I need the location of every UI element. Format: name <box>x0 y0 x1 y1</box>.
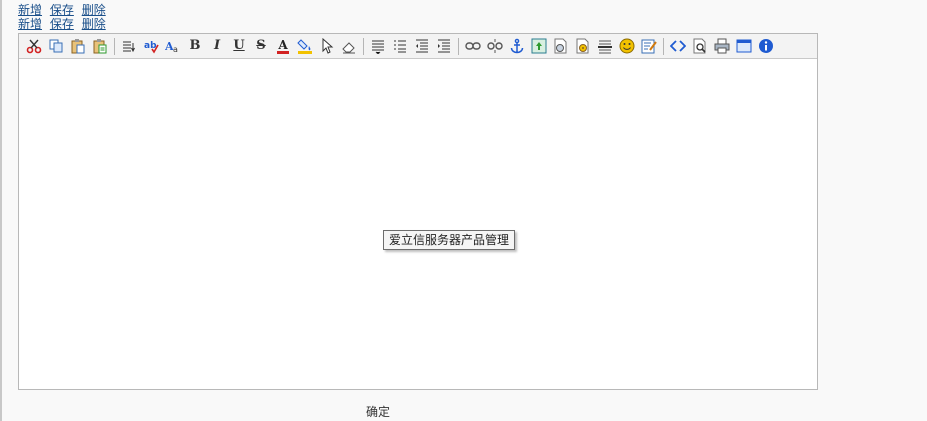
outdent-icon[interactable] <box>413 37 431 55</box>
add-link[interactable]: 新增 <box>18 3 42 17</box>
indent-icon[interactable] <box>435 37 453 55</box>
delete-link[interactable]: 删除 <box>82 17 106 31</box>
toolbar-separator <box>363 37 364 55</box>
toolbar-separator <box>458 37 459 55</box>
preview-icon[interactable] <box>691 37 709 55</box>
anchor-icon[interactable] <box>508 37 526 55</box>
add-link[interactable]: 新增 <box>18 17 42 31</box>
horizontal-rule-icon[interactable] <box>596 37 614 55</box>
emoticon-icon[interactable] <box>618 37 636 55</box>
fullscreen-icon[interactable] <box>735 37 753 55</box>
copy-icon[interactable] <box>47 37 65 55</box>
font-size-icon[interactable] <box>120 37 138 55</box>
cut-icon[interactable] <box>25 37 43 55</box>
paste-icon[interactable] <box>69 37 87 55</box>
underline-icon[interactable]: U <box>230 37 248 55</box>
delete-link[interactable]: 删除 <box>82 3 106 17</box>
insert-flash-icon[interactable] <box>552 37 570 55</box>
toolbar-separator <box>663 37 664 55</box>
paste-text-icon[interactable] <box>91 37 109 55</box>
italic-icon[interactable]: I <box>208 37 226 55</box>
font-color-swatch <box>277 50 289 54</box>
action-links-row-2: 新增 保存 删除 <box>18 17 110 31</box>
editor-toolbar: ab Aa B I U S A <box>19 34 817 59</box>
editor-content-area[interactable] <box>19 60 817 389</box>
link-icon[interactable] <box>464 37 482 55</box>
about-info-icon[interactable] <box>757 37 775 55</box>
save-link[interactable]: 保存 <box>50 3 74 17</box>
toolbar-separator <box>114 37 115 55</box>
insert-media-icon[interactable] <box>574 37 592 55</box>
svg-text:a: a <box>173 45 178 54</box>
ordered-list-icon[interactable] <box>391 37 409 55</box>
save-link[interactable]: 保存 <box>50 17 74 31</box>
select-pointer-icon[interactable] <box>318 37 336 55</box>
unlink-icon[interactable] <box>486 37 504 55</box>
edit-form-icon[interactable] <box>640 37 658 55</box>
highlight-color-icon[interactable] <box>296 37 314 55</box>
insert-image-icon[interactable] <box>530 37 548 55</box>
source-code-icon[interactable] <box>669 37 687 55</box>
spellcheck-icon[interactable]: ab <box>142 37 160 55</box>
font-color-letter: A <box>278 37 288 52</box>
rich-text-editor: ab Aa B I U S A <box>18 33 818 390</box>
eraser-icon[interactable] <box>340 37 358 55</box>
font-color-icon[interactable]: A <box>274 37 292 55</box>
font-name-icon[interactable]: Aa <box>164 37 182 55</box>
strikethrough-icon[interactable]: S <box>252 37 270 55</box>
bold-icon[interactable]: B <box>186 37 204 55</box>
align-justify-icon[interactable] <box>369 37 387 55</box>
action-links-row-1: 新增 保存 删除 <box>18 3 110 17</box>
print-icon[interactable] <box>713 37 731 55</box>
window-left-edge <box>0 0 2 421</box>
tooltip: 爱立信服务器产品管理 <box>383 230 516 250</box>
confirm-button[interactable]: 确定 <box>366 403 390 420</box>
